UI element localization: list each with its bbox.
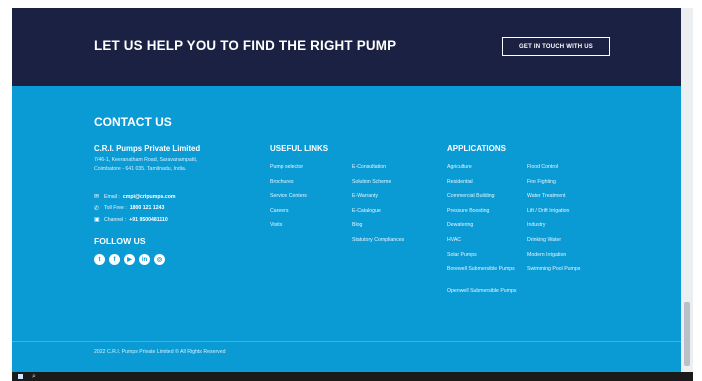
channel-row[interactable]: ▣ Channel : +91 9500481110 bbox=[94, 214, 254, 226]
application-link[interactable]: Lift / Drift Irrigation bbox=[527, 207, 599, 222]
application-link[interactable]: Commercial Building bbox=[447, 192, 519, 207]
company-address: 7/46-1, Keeranatham Road, Saravanampatti… bbox=[94, 156, 262, 173]
application-link[interactable]: HVAC bbox=[447, 236, 519, 251]
cta-banner: LET US HELP YOU TO FIND THE RIGHT PUMP G… bbox=[12, 8, 693, 86]
social-links: t f ▶ in ◎ bbox=[94, 254, 165, 265]
useful-link[interactable]: Solution Scheme bbox=[352, 178, 404, 193]
application-link[interactable]: Borewell Submersible Pumps bbox=[447, 265, 519, 287]
application-link[interactable]: Solar Pumps bbox=[447, 251, 519, 266]
application-link[interactable]: Dewatering bbox=[447, 221, 519, 236]
channel-value[interactable]: +91 9500481110 bbox=[129, 217, 168, 223]
tollfree-row[interactable]: ✆ Toll Free : 1800 121 1243 bbox=[94, 203, 254, 215]
email-label: Email : bbox=[104, 193, 120, 200]
application-link[interactable]: Fire Fighting bbox=[527, 178, 599, 193]
application-link[interactable]: Pressure Boosting bbox=[447, 207, 519, 222]
address-line-2: Coimbatore - 641 035. Tamilnadu, India. bbox=[94, 165, 187, 172]
application-link[interactable]: Agriculture bbox=[447, 163, 519, 178]
contact-details: ✉ Email : cmpi@cripumps.com ✆ Toll Free … bbox=[94, 191, 254, 226]
youtube-icon[interactable]: ▶ bbox=[124, 254, 135, 265]
useful-link[interactable]: Brochures bbox=[270, 178, 307, 193]
application-link[interactable]: Water Treatment bbox=[527, 192, 599, 207]
tollfree-value[interactable]: 1800 121 1243 bbox=[130, 205, 165, 211]
useful-link[interactable]: Pump selector bbox=[270, 163, 307, 178]
facebook-icon[interactable]: f bbox=[109, 254, 120, 265]
useful-link[interactable]: Visits bbox=[270, 221, 307, 236]
useful-link[interactable]: Statutory Compliances bbox=[352, 236, 404, 251]
banner-title: LET US HELP YOU TO FIND THE RIGHT PUMP bbox=[94, 38, 397, 53]
chat-icon: ▣ bbox=[94, 217, 100, 224]
instagram-icon[interactable]: ◎ bbox=[154, 254, 165, 265]
tollfree-label: Toll Free : bbox=[104, 205, 127, 212]
address-line-1: 7/46-1, Keeranatham Road, Saravanampatti… bbox=[94, 157, 198, 163]
windows-start-icon[interactable] bbox=[18, 374, 23, 379]
follow-us-title: FOLLOW US bbox=[94, 236, 146, 246]
applications-col-2: Flood Control Fire Fighting Water Treatm… bbox=[527, 163, 599, 280]
get-in-touch-button[interactable]: GET IN TOUCH WITH US bbox=[502, 37, 610, 56]
taskbar: ⌕ bbox=[12, 372, 693, 381]
useful-link[interactable]: Blog bbox=[352, 221, 404, 236]
application-link[interactable]: Openwell Submersible Pumps bbox=[447, 287, 519, 309]
taskbar-search-icon[interactable]: ⌕ bbox=[32, 372, 36, 381]
footer-page: LET US HELP YOU TO FIND THE RIGHT PUMP G… bbox=[12, 8, 693, 372]
useful-links-col-1: Pump selector Brochures Service Centers … bbox=[270, 163, 307, 236]
application-link[interactable]: Residential bbox=[447, 178, 519, 193]
useful-link[interactable]: Service Centers bbox=[270, 192, 307, 207]
copyright-text: 2022 C.R.I. Pumps Private Limited © All … bbox=[94, 349, 226, 355]
footer-divider bbox=[12, 341, 693, 342]
application-link[interactable]: Industry bbox=[527, 221, 599, 236]
channel-label: Channel : bbox=[104, 216, 127, 223]
scrollbar-thumb[interactable] bbox=[684, 302, 690, 366]
phone-icon: ✆ bbox=[94, 205, 100, 212]
useful-links-col-2: E-Consultation Solution Scheme E-Warrant… bbox=[352, 163, 404, 251]
application-link[interactable]: Flood Control bbox=[527, 163, 599, 178]
email-value[interactable]: cmpi@cripumps.com bbox=[123, 194, 176, 200]
applications-title: APPLICATIONS bbox=[447, 144, 506, 153]
contact-us-title: CONTACT US bbox=[94, 115, 172, 129]
application-link[interactable]: Swimming Pool Pumps bbox=[527, 265, 599, 280]
linkedin-icon[interactable]: in bbox=[139, 254, 150, 265]
application-link[interactable]: Modern Irrigation bbox=[527, 251, 599, 266]
useful-links-title: USEFUL LINKS bbox=[270, 144, 329, 153]
mail-icon: ✉ bbox=[94, 194, 100, 201]
useful-link[interactable]: E-Consultation bbox=[352, 163, 404, 178]
applications-col-1: Agriculture Residential Commercial Build… bbox=[447, 163, 519, 309]
application-link[interactable]: Drinking Water bbox=[527, 236, 599, 251]
company-name: C.R.I. Pumps Private Limited bbox=[94, 144, 201, 153]
useful-link[interactable]: E-Warranty bbox=[352, 192, 404, 207]
email-row[interactable]: ✉ Email : cmpi@cripumps.com bbox=[94, 191, 254, 203]
useful-link[interactable]: Careers bbox=[270, 207, 307, 222]
useful-link[interactable]: E-Catalogue bbox=[352, 207, 404, 222]
twitter-icon[interactable]: t bbox=[94, 254, 105, 265]
